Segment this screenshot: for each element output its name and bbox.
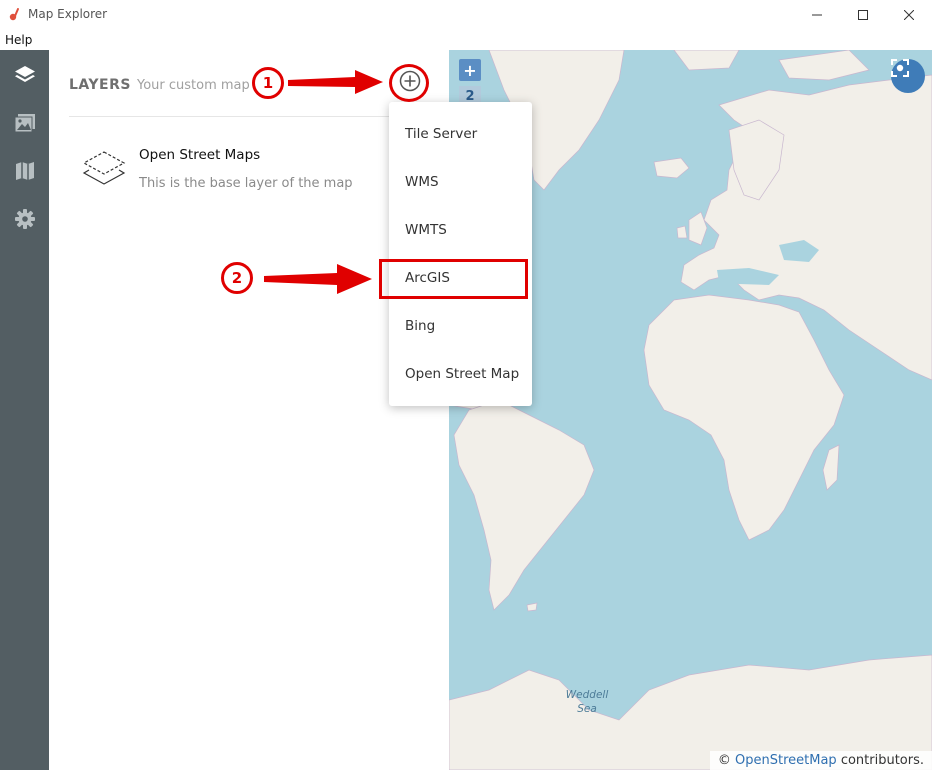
annotation-arrows bbox=[264, 70, 383, 294]
arrow-step-1-icon bbox=[288, 70, 383, 94]
arrow-step-2-icon bbox=[264, 264, 372, 294]
